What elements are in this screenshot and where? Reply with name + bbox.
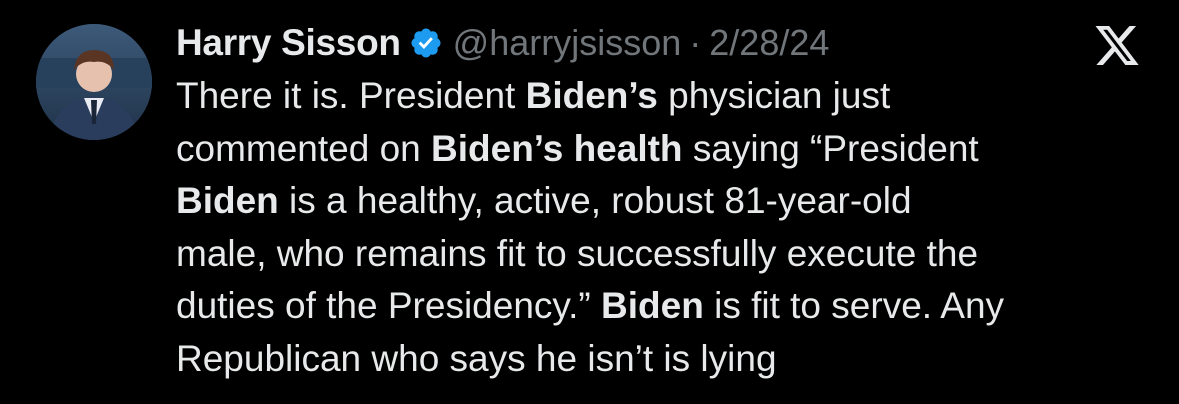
avatar[interactable] bbox=[36, 24, 152, 140]
text-segment: is fit to serve. Any bbox=[703, 285, 1005, 326]
tweet-header: Harry Sisson @harryjsisson · 2/28/24 bbox=[176, 18, 1146, 68]
tweet-card: Harry Sisson @harryjsisson · 2/28/24 The… bbox=[0, 0, 1179, 404]
tweet-text: There it is. President Biden’s physician… bbox=[176, 70, 1136, 385]
user-handle[interactable]: @harryjsisson bbox=[453, 22, 682, 64]
tweet-text-line: commented on Biden’s health saying “Pres… bbox=[176, 123, 1136, 176]
text-segment: Republican who says he isn’t is lying bbox=[176, 337, 777, 379]
text-segment: saying “President bbox=[682, 127, 979, 169]
text-segment: is a healthy, active, robust 81-year-old bbox=[278, 180, 912, 221]
bold-text: Biden’s health bbox=[431, 127, 683, 169]
text-segment: male, who remains fit to successfully ex… bbox=[176, 232, 979, 274]
text-segment: commented on bbox=[176, 127, 432, 169]
text-segment: physician just bbox=[657, 75, 891, 116]
tweet-content: Harry Sisson @harryjsisson · 2/28/24 The… bbox=[176, 18, 1146, 385]
separator-dot: · bbox=[689, 22, 702, 63]
bold-text: Biden bbox=[176, 180, 279, 221]
verified-badge-icon bbox=[409, 26, 443, 60]
tweet-text-line: There it is. President Biden’s physician… bbox=[176, 70, 1136, 123]
bold-text: Biden’s bbox=[525, 75, 658, 116]
tweet-text-line: male, who remains fit to successfully ex… bbox=[176, 228, 1136, 281]
tweet-text-line: duties of the Presidency.” Biden is fit … bbox=[176, 280, 1136, 333]
x-logo-icon bbox=[1093, 24, 1141, 68]
display-name[interactable]: Harry Sisson bbox=[176, 22, 401, 64]
bold-text: Biden bbox=[601, 285, 704, 326]
tweet-text-line: Republican who says he isn’t is lying bbox=[176, 333, 1136, 386]
tweet-date[interactable]: 2/28/24 bbox=[709, 22, 829, 64]
text-segment: There it is. President bbox=[176, 75, 526, 116]
text-segment: duties of the Presidency.” bbox=[176, 285, 602, 326]
tweet-text-line: Biden is a healthy, active, robust 81-ye… bbox=[176, 175, 1136, 228]
